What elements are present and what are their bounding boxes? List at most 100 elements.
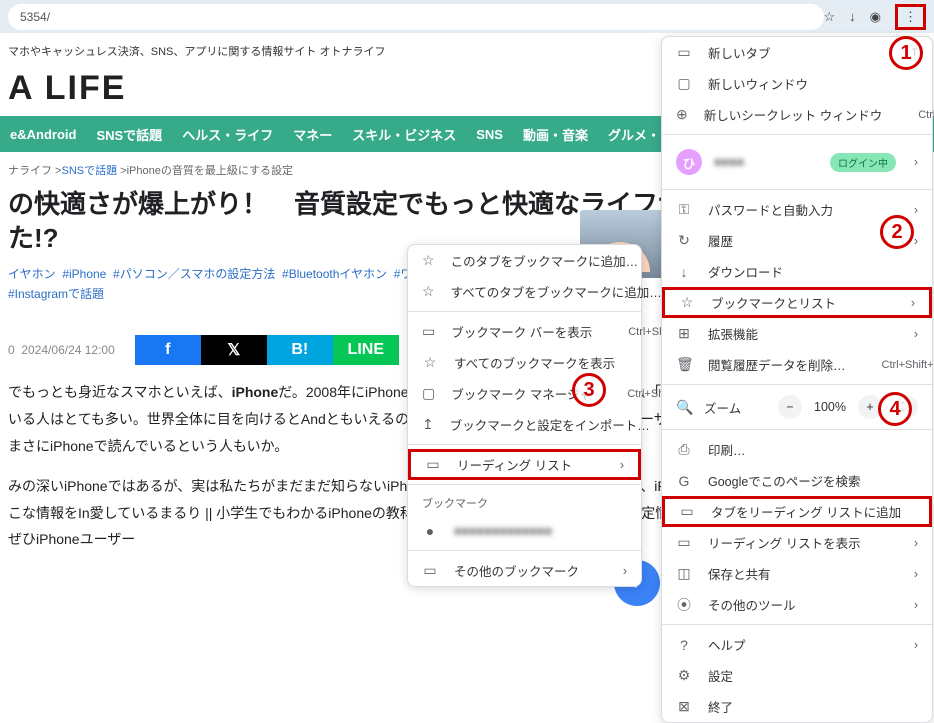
menu-item-bookmark-manager[interactable]: ▢ブックマーク マネージャCtrl+Shift+O	[408, 378, 641, 409]
chevron-right-icon: ›	[908, 203, 918, 217]
browser-urlbar: 5354/ ☆ ↓ ◉ ⋮	[0, 0, 934, 33]
menu-item-add-reading-list[interactable]: ▭タブをリーディング リストに追加	[662, 496, 932, 527]
nav-item[interactable]: e&Android	[0, 127, 86, 142]
callout-4: 4	[878, 392, 912, 426]
nav-item[interactable]: SNS	[466, 127, 513, 142]
menu-item-help[interactable]: ?ヘルプ›	[662, 629, 932, 660]
save-icon: ◫	[676, 565, 692, 582]
avatar: ひ	[676, 149, 702, 175]
chevron-right-icon: ›	[908, 638, 918, 652]
star-icon: ☆	[422, 283, 435, 300]
callout-1: 1	[889, 36, 923, 70]
view-count: 0	[8, 343, 15, 357]
chevron-right-icon: ›	[908, 567, 918, 581]
share-hatena[interactable]: B!	[267, 335, 333, 365]
star-icon[interactable]: ☆	[824, 9, 836, 25]
nav-item[interactable]: SNSで話題	[86, 125, 172, 144]
print-icon: ⎙	[676, 441, 692, 458]
chevron-right-icon: ›	[905, 296, 915, 310]
zoom-icon: 🔍	[676, 399, 692, 416]
menu-item-save-share[interactable]: ◫保存と共有›	[662, 558, 932, 589]
callout-3: 3	[572, 373, 606, 407]
folder-icon: ▭	[422, 562, 438, 579]
nav-item[interactable]: スキル・ビジネス	[342, 125, 466, 144]
site-logo[interactable]: A LIFE	[8, 69, 126, 108]
share-line[interactable]: LINE	[333, 335, 399, 365]
bar-icon: ▭	[422, 323, 435, 340]
menu-item-import[interactable]: ↥ブックマークと設定をインポート…	[408, 409, 641, 440]
url-field[interactable]: 5354/	[8, 4, 824, 30]
key-icon: ⚿	[676, 201, 692, 218]
share-x[interactable]: 𝕏	[201, 335, 267, 365]
chevron-right-icon: ›	[908, 536, 918, 550]
menu-item-more-tools[interactable]: ⦿その他のツール›	[662, 589, 932, 620]
callout-2: 2	[880, 215, 914, 249]
reading-list-icon: ▭	[425, 456, 441, 473]
star-icon: ☆	[679, 294, 695, 311]
chevron-right-icon: ›	[908, 327, 918, 341]
menu-item-extensions[interactable]: ⊞拡張機能›	[662, 318, 932, 349]
tag-link[interactable]: #Instagramで話題	[8, 287, 104, 301]
menu-item-bookmark-tab[interactable]: ☆このタブをブックマークに追加…Ctrl+D	[408, 245, 641, 276]
bookmark-item[interactable]: ●●●●●●●●●●●●●●	[408, 515, 641, 546]
crumb: iPhoneの音質を最上級にする設定	[127, 165, 293, 177]
tag-link[interactable]: #iPhone	[62, 267, 106, 281]
download-icon: ↓	[676, 264, 692, 280]
menu-item-google-search[interactable]: GGoogleでこのページを検索	[662, 465, 932, 496]
publish-date: 2024/06/24 12:00	[21, 343, 114, 357]
reading-list-icon: ▭	[676, 534, 692, 551]
menu-item-show-bar[interactable]: ▭ブックマーク バーを表示Ctrl+Shift+B	[408, 316, 641, 347]
crumb-link[interactable]: SNSで話題	[61, 165, 117, 177]
gear-icon: ⚙	[676, 667, 692, 684]
chevron-right-icon: ›	[908, 155, 918, 169]
chevron-right-icon: ›	[614, 458, 624, 472]
menu-item-all-bookmarks[interactable]: ☆すべてのブックマークを表示	[408, 347, 641, 378]
manager-icon: ▢	[422, 385, 435, 402]
bookmarks-submenu: ☆このタブをブックマークに追加…Ctrl+D ☆すべてのタブをブックマークに追加…	[407, 244, 642, 587]
zoom-out-button[interactable]: −	[778, 395, 802, 419]
star-icon: ☆	[422, 354, 438, 371]
nav-item[interactable]: マネー	[283, 125, 342, 144]
crumb[interactable]: ナライフ	[8, 165, 52, 177]
nav-item[interactable]: ヘルス・ライフ	[172, 125, 283, 144]
share-facebook[interactable]: f	[135, 335, 201, 365]
chrome-main-menu: ▭新しいタブT ▢新しいウィンドウ ⊕新しいシークレット ウィンドウCtrl+S…	[661, 36, 933, 723]
menu-item-settings[interactable]: ⚙設定	[662, 660, 932, 691]
incognito-icon: ⊕	[676, 106, 688, 123]
menu-item-show-reading-list[interactable]: ▭リーディング リストを表示›	[662, 527, 932, 558]
tag-link[interactable]: イヤホン	[8, 267, 56, 281]
tag-link[interactable]: #Bluetoothイヤホン	[282, 267, 387, 281]
tab-icon: ▭	[676, 44, 692, 61]
google-icon: G	[676, 473, 692, 489]
menu-item-bookmark-all[interactable]: ☆すべてのタブをブックマークに追加…Ctrl+Shift+D	[408, 276, 641, 307]
tools-icon: ⦿	[676, 595, 692, 615]
menu-item-new-window[interactable]: ▢新しいウィンドウ	[662, 68, 932, 99]
chevron-right-icon: ›	[908, 598, 918, 612]
zoom-value: 100%	[814, 400, 846, 414]
trash-icon: 🗑	[676, 356, 692, 373]
menu-item-clear-data[interactable]: 🗑閲覧履歴データを削除…Ctrl+Shift+Delete	[662, 349, 932, 380]
tag-link[interactable]: #パソコン／スマホの設定方法	[113, 267, 275, 281]
chevron-right-icon: ›	[617, 564, 627, 578]
history-icon: ↻	[676, 232, 692, 249]
dots-vertical-icon: ⋮	[904, 9, 917, 24]
reading-list-add-icon: ▭	[679, 503, 695, 520]
window-icon: ▢	[676, 75, 692, 92]
profile-icon[interactable]: ◉	[870, 9, 881, 25]
extensions-icon: ⊞	[676, 325, 692, 342]
login-badge: ログイン中	[830, 153, 896, 172]
menu-item-incognito[interactable]: ⊕新しいシークレット ウィンドウCtrl+Shift+N	[662, 99, 932, 130]
menu-item-other-bookmarks[interactable]: ▭その他のブックマーク›	[408, 555, 641, 586]
nav-item[interactable]: 動画・音楽	[513, 125, 598, 144]
menu-item-exit[interactable]: ⊠終了	[662, 691, 932, 722]
menu-profile[interactable]: ひ ●●●● ログイン中 ›	[662, 139, 932, 185]
menu-heading-bookmarks: ブックマーク	[408, 489, 641, 515]
menu-item-reading-list[interactable]: ▭リーディング リスト›	[408, 449, 641, 480]
page-icon: ●	[422, 523, 438, 539]
import-icon: ↥	[422, 416, 434, 433]
menu-item-bookmarks-lists[interactable]: ☆ブックマークとリスト›	[662, 287, 932, 318]
menu-item-downloads[interactable]: ↓ダウンロード	[662, 256, 932, 287]
menu-item-print[interactable]: ⎙印刷…	[662, 434, 932, 465]
browser-menu-button[interactable]: ⋮	[895, 4, 926, 30]
download-icon[interactable]: ↓	[849, 9, 856, 24]
